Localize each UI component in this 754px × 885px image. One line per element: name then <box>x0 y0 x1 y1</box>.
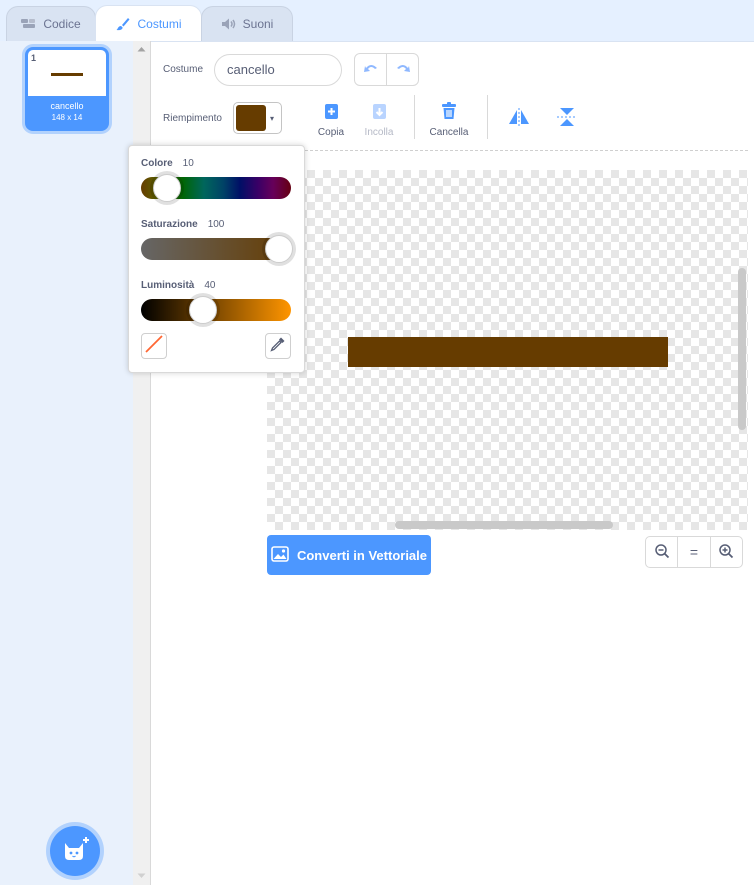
tab-sounds-label: Suoni <box>242 17 274 31</box>
add-costume-button[interactable] <box>50 826 100 876</box>
costume-name-label: cancello <box>50 101 84 111</box>
tab-code[interactable]: Codice <box>6 6 96 41</box>
brightness-slider-knob[interactable] <box>189 296 217 324</box>
delete-label: Cancella <box>429 127 469 138</box>
tab-costumes-label: Costumi <box>137 16 182 31</box>
copy-label: Copia <box>317 127 345 138</box>
zoom-out-button[interactable] <box>646 537 679 567</box>
copy-icon <box>321 101 341 124</box>
zoom-in-icon <box>718 543 734 562</box>
eyedropper-button[interactable] <box>265 333 291 359</box>
saturation-slider-knob[interactable] <box>265 235 293 263</box>
color-slider-knob[interactable] <box>153 174 181 202</box>
fill-label: Riempimento <box>163 113 222 124</box>
tab-code-label: Codice <box>43 17 81 31</box>
color-value: 10 <box>182 158 194 169</box>
brightness-slider[interactable] <box>141 296 291 324</box>
toolbar-divider <box>487 95 488 139</box>
saturation-value: 100 <box>207 219 225 230</box>
no-fill-button[interactable] <box>141 333 167 359</box>
caret-down-icon: ▾ <box>270 114 275 123</box>
flip-vertical-icon <box>556 106 578 131</box>
costume-size-label: 148 x 14 <box>51 113 83 122</box>
brightness-value: 40 <box>204 280 216 291</box>
eyedropper-icon <box>269 335 287 358</box>
brightness-label: Luminosità <box>141 280 195 291</box>
fill-color-dropdown[interactable]: ▾ <box>233 102 282 134</box>
costume-list-panel <box>0 41 133 885</box>
undo-button[interactable] <box>355 54 387 85</box>
trash-icon <box>439 101 459 124</box>
zoom-controls: = <box>645 536 743 568</box>
brush-icon <box>115 16 131 32</box>
paint-canvas[interactable] <box>267 170 748 530</box>
delete-button[interactable]: Cancella <box>428 101 470 138</box>
tab-sounds[interactable]: Suoni <box>201 6 293 41</box>
convert-to-vector-button[interactable]: Converti in Vettoriale <box>267 535 431 575</box>
scroll-up-arrow-icon[interactable] <box>137 46 146 52</box>
saturation-slider-label: Saturazione 100 <box>141 219 224 230</box>
redo-icon <box>395 61 411 79</box>
zoom-out-icon <box>654 543 670 562</box>
copy-button[interactable]: Copia <box>317 101 345 138</box>
zoom-reset-button[interactable]: = <box>678 537 711 567</box>
tab-bar: Codice Costumi Suoni <box>0 0 754 42</box>
code-icon <box>21 18 37 30</box>
no-color-icon <box>144 334 164 359</box>
costume-name-input[interactable]: cancello <box>214 54 342 86</box>
convert-to-vector-label: Converti in Vettoriale <box>296 547 428 563</box>
color-slider-label: Colore 10 <box>141 158 194 169</box>
image-icon <box>271 545 289 565</box>
undo-redo-group <box>354 53 419 86</box>
redo-button[interactable] <box>387 54 418 85</box>
saturation-label: Saturazione <box>141 219 198 230</box>
costume-number: 1 <box>31 53 37 63</box>
scroll-down-arrow-icon[interactable] <box>137 873 146 879</box>
paste-label: Incolla <box>364 127 394 138</box>
brightness-slider-label: Luminosità 40 <box>141 280 215 291</box>
costume-thumbnail: 1 <box>28 50 106 96</box>
fill-color-swatch <box>236 105 266 131</box>
zoom-in-button[interactable] <box>711 537 742 567</box>
color-picker-popover: Colore 10 Saturazione 100 Luminosità 40 <box>128 145 305 373</box>
paste-button[interactable]: Incolla <box>363 101 395 138</box>
color-slider[interactable] <box>141 174 291 202</box>
speaker-icon <box>221 17 237 31</box>
saturation-slider[interactable] <box>141 235 293 263</box>
canvas-vertical-scrollbar[interactable] <box>738 268 746 430</box>
paste-icon <box>369 101 389 124</box>
cat-add-icon <box>60 835 90 868</box>
costume-item[interactable]: 1 cancello 148 x 14 <box>25 47 109 131</box>
canvas-horizontal-scrollbar[interactable] <box>395 521 613 529</box>
flip-horizontal-button[interactable] <box>508 107 530 130</box>
costume-shape-rectangle[interactable] <box>348 337 668 367</box>
flip-horizontal-icon <box>508 107 530 130</box>
toolbar-divider <box>414 95 415 139</box>
flip-vertical-button[interactable] <box>556 106 578 131</box>
undo-icon <box>363 61 379 79</box>
costume-preview-shape <box>51 73 83 76</box>
zoom-reset-label: = <box>689 544 699 560</box>
color-label: Colore <box>141 158 173 169</box>
tab-costumes[interactable]: Costumi <box>95 5 202 41</box>
costume-name-label: Costume <box>163 64 204 75</box>
toolbar-divider-dashed <box>300 150 748 151</box>
